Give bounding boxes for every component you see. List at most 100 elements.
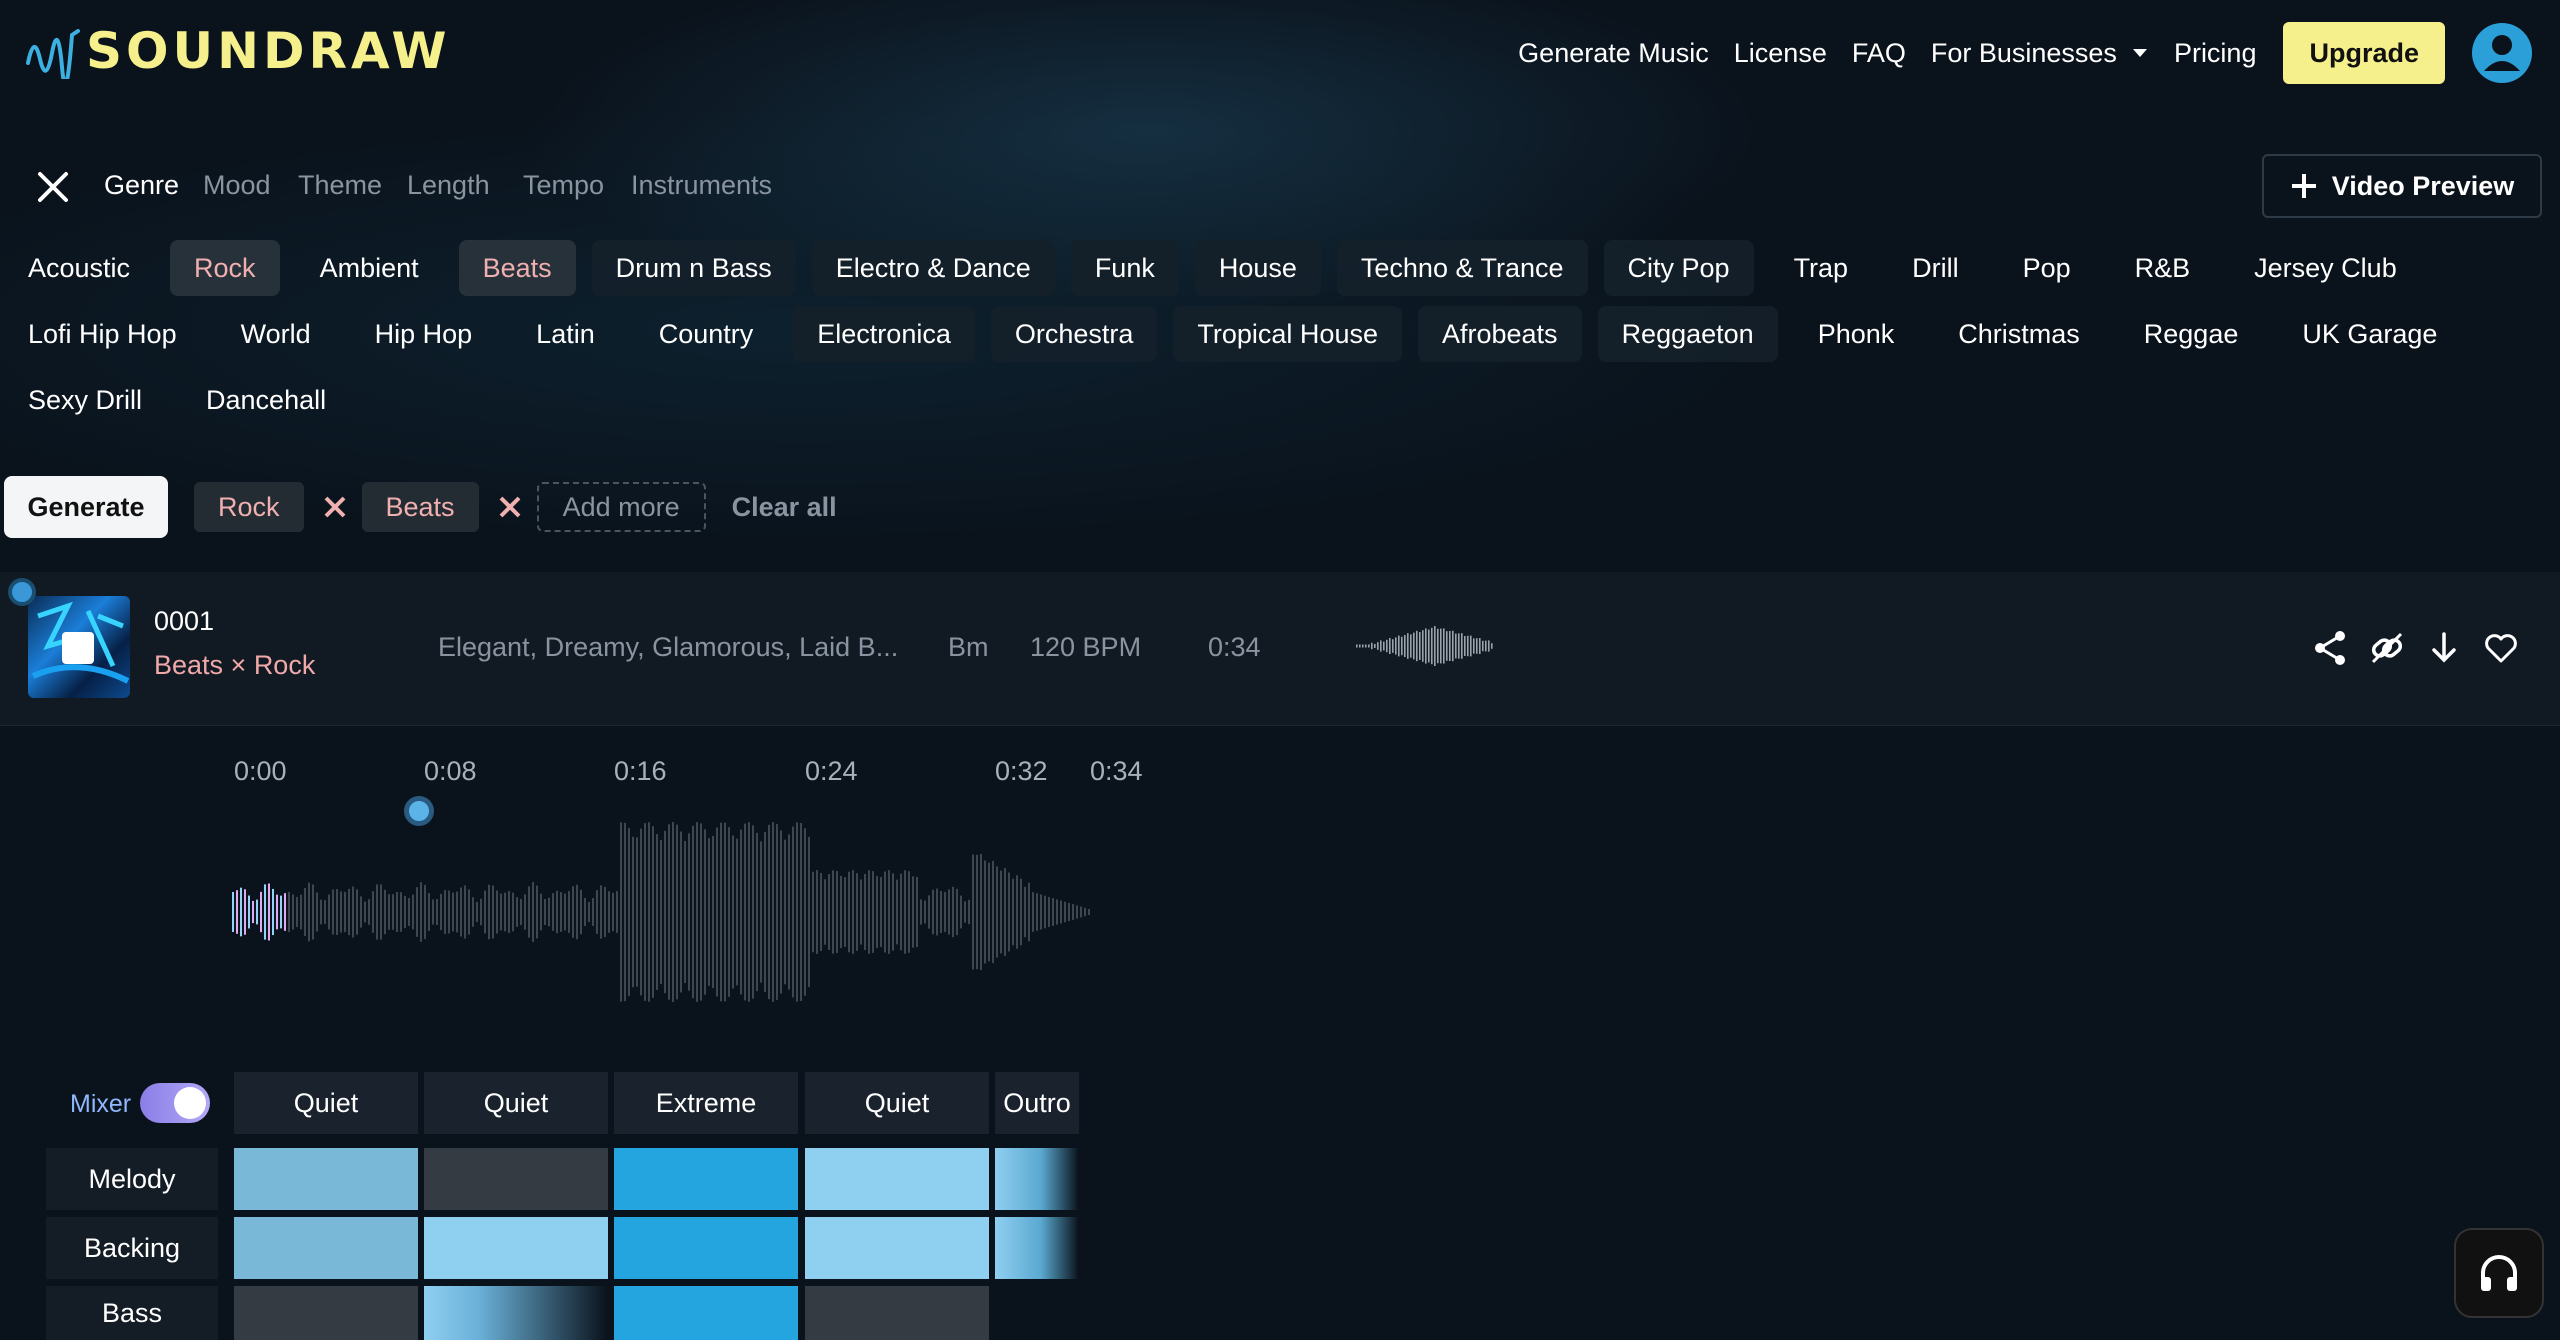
- mixer-cell[interactable]: [614, 1286, 798, 1340]
- track-row[interactable]: 0001 Beats × Rock Elegant, Dreamy, Glamo…: [0, 572, 2560, 726]
- selected-tag-rock[interactable]: Rock: [194, 482, 304, 532]
- waveform-bar: [624, 822, 626, 1002]
- nav-for-businesses-label: For Businesses: [1930, 37, 2117, 68]
- waveform-bar: [264, 884, 266, 940]
- tab-instruments[interactable]: Instruments: [631, 170, 772, 201]
- genre-chip[interactable]: Country: [635, 306, 778, 362]
- user-avatar-icon[interactable]: [2470, 21, 2534, 85]
- heart-icon[interactable]: [2481, 628, 2521, 668]
- filter-tabs: Genre Mood Theme Length Tempo Instrument…: [0, 150, 2560, 224]
- section-header[interactable]: Extreme: [614, 1072, 798, 1134]
- tab-tempo[interactable]: Tempo: [523, 170, 604, 201]
- mixer-cell[interactable]: [424, 1148, 608, 1210]
- mixer-cell[interactable]: [234, 1286, 418, 1340]
- genre-chip[interactable]: Acoustic: [4, 240, 154, 296]
- nav-faq[interactable]: FAQ: [1852, 38, 1906, 69]
- track-cover-art[interactable]: [28, 596, 130, 698]
- video-preview-button[interactable]: Video Preview: [2262, 154, 2542, 218]
- waveform-bar: [784, 839, 786, 985]
- genre-chip[interactable]: Techno & Trance: [1336, 240, 1588, 296]
- mixer-cell[interactable]: [995, 1217, 1079, 1279]
- mixer-cell[interactable]: [995, 1148, 1079, 1210]
- remove-tag-icon[interactable]: [493, 490, 527, 524]
- genre-chip[interactable]: World: [217, 306, 335, 362]
- waveform-bar: [1000, 870, 1002, 954]
- remove-tag-icon[interactable]: [318, 490, 352, 524]
- tab-length[interactable]: Length: [407, 170, 490, 201]
- close-icon[interactable]: [36, 170, 70, 204]
- add-more-button[interactable]: Add more: [536, 482, 706, 532]
- mixer-cell[interactable]: [614, 1217, 798, 1279]
- download-icon[interactable]: [2424, 628, 2464, 668]
- genre-chip[interactable]: Christmas: [1934, 306, 2104, 362]
- genre-chip[interactable]: Tropical House: [1173, 306, 1402, 362]
- waveform-bar: [972, 854, 974, 970]
- genre-chip[interactable]: Electro & Dance: [811, 240, 1055, 296]
- tab-theme[interactable]: Theme: [298, 170, 382, 201]
- genre-chip[interactable]: Phonk: [1794, 306, 1919, 362]
- nav-pricing[interactable]: Pricing: [2174, 38, 2257, 69]
- genre-chip[interactable]: R&B: [2111, 240, 2215, 296]
- section-header[interactable]: Quiet: [424, 1072, 608, 1134]
- unlink-icon[interactable]: [2367, 628, 2407, 668]
- mixer-cell[interactable]: [805, 1286, 989, 1340]
- waveform-bar: [436, 898, 438, 926]
- genre-chip[interactable]: Trap: [1770, 240, 1873, 296]
- genre-chip[interactable]: Jersey Club: [2230, 240, 2421, 296]
- genre-chip[interactable]: Drum n Bass: [591, 240, 796, 296]
- genre-chip[interactable]: Reggaeton: [1597, 306, 1778, 362]
- nav-license[interactable]: License: [1734, 38, 1827, 69]
- mixer-cell[interactable]: [424, 1217, 608, 1279]
- mixer-cell[interactable]: [424, 1286, 608, 1340]
- waveform-bar: [732, 835, 734, 989]
- share-icon[interactable]: [2310, 628, 2350, 668]
- waveform-bar: [536, 885, 538, 939]
- genre-chip[interactable]: Beats: [458, 240, 576, 296]
- nav-generate-music[interactable]: Generate Music: [1518, 38, 1709, 69]
- support-button[interactable]: [2454, 1228, 2544, 1318]
- genre-chip[interactable]: Pop: [1999, 240, 2095, 296]
- genre-chip[interactable]: Hip Hop: [351, 306, 497, 362]
- mixer-cell[interactable]: [614, 1148, 798, 1210]
- genre-chip[interactable]: Dancehall: [182, 372, 350, 428]
- genre-chip[interactable]: Electronica: [793, 306, 975, 362]
- stop-icon[interactable]: [62, 632, 94, 664]
- genre-chip[interactable]: Sexy Drill: [4, 372, 166, 428]
- genre-chip[interactable]: Rock: [170, 240, 280, 296]
- section-header[interactable]: Quiet: [805, 1072, 989, 1134]
- genre-chip[interactable]: Orchestra: [990, 306, 1158, 362]
- section-header[interactable]: Quiet: [234, 1072, 418, 1134]
- mixer-toggle[interactable]: [140, 1083, 210, 1123]
- genre-chip[interactable]: Latin: [512, 306, 619, 362]
- nav-for-businesses[interactable]: For Businesses: [1931, 38, 2149, 69]
- mini-wave-bar: [1464, 636, 1466, 656]
- genre-chip[interactable]: Lofi Hip Hop: [4, 306, 201, 362]
- genre-chip[interactable]: UK Garage: [2278, 306, 2461, 362]
- upgrade-button[interactable]: Upgrade: [2283, 22, 2445, 84]
- mixer-cell[interactable]: [234, 1217, 418, 1279]
- main-waveform[interactable]: [232, 822, 1092, 1002]
- top-header: SOUNDRAW Generate Music License FAQ For …: [0, 0, 2560, 106]
- brand-logo[interactable]: SOUNDRAW: [26, 22, 451, 80]
- mixer-cell[interactable]: [805, 1148, 989, 1210]
- tab-genre[interactable]: Genre: [104, 170, 179, 201]
- genre-chip[interactable]: City Pop: [1603, 240, 1754, 296]
- waveform-bar: [372, 891, 374, 933]
- genre-chip[interactable]: Reggae: [2120, 306, 2263, 362]
- waveform-bar: [856, 873, 858, 951]
- tab-mood[interactable]: Mood: [203, 170, 271, 201]
- mixer-cell[interactable]: [805, 1217, 989, 1279]
- genre-chip[interactable]: House: [1194, 240, 1321, 296]
- genre-chip[interactable]: Drill: [1888, 240, 1983, 296]
- genre-chip[interactable]: Afrobeats: [1417, 306, 1582, 362]
- waveform-bar: [864, 873, 866, 951]
- mini-waveform[interactable]: [1356, 624, 1496, 668]
- generate-button[interactable]: Generate: [4, 476, 168, 538]
- mixer-cell[interactable]: [234, 1148, 418, 1210]
- selected-tag-beats[interactable]: Beats: [361, 482, 479, 532]
- genre-chip[interactable]: Ambient: [296, 240, 443, 296]
- waveform-bar: [408, 898, 410, 926]
- clear-all-button[interactable]: Clear all: [732, 492, 837, 523]
- genre-chip[interactable]: Funk: [1070, 240, 1179, 296]
- section-header[interactable]: Outro: [995, 1072, 1079, 1134]
